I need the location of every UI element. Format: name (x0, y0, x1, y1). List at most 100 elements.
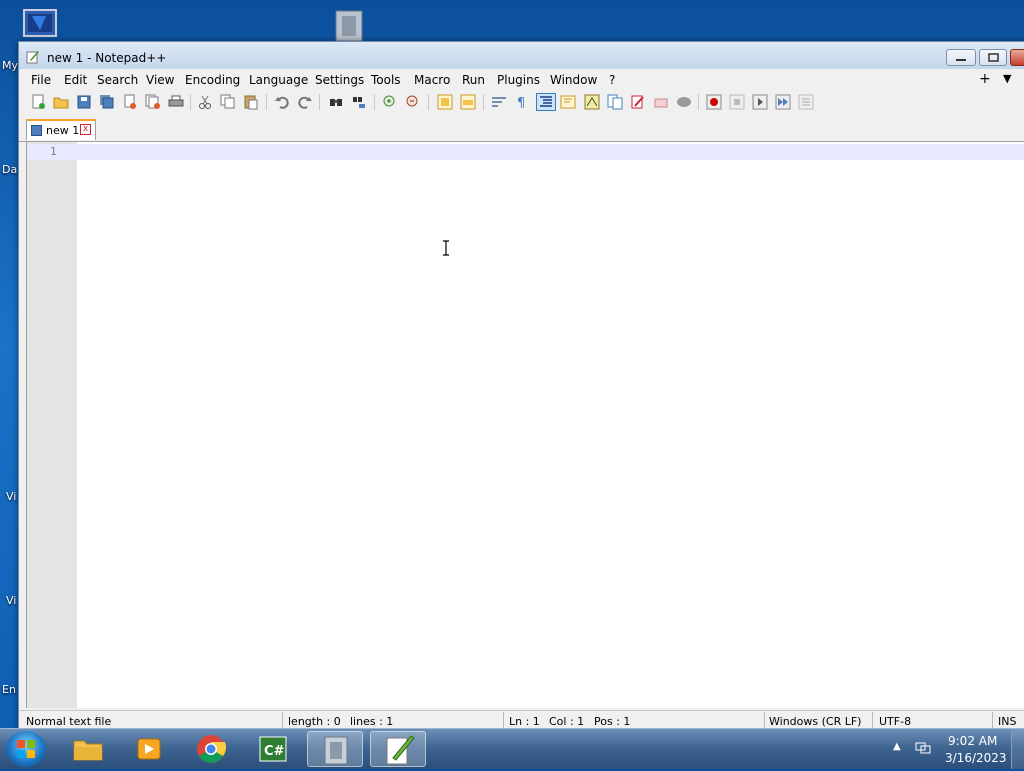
taskbar-media-player-button[interactable] (121, 731, 177, 767)
text-cursor-icon (441, 240, 451, 256)
status-lines: lines : 1 (350, 715, 394, 728)
toolbar: ¶ (19, 91, 1024, 113)
menu-window[interactable]: Window (550, 73, 597, 87)
zoom-out-icon[interactable] (405, 94, 421, 110)
save-icon[interactable] (76, 94, 92, 110)
menu-help[interactable]: ? (609, 73, 615, 87)
menu-macro[interactable]: Macro (414, 73, 450, 87)
window-title: new 1 - Notepad++ (47, 51, 167, 65)
word-wrap-icon[interactable] (491, 94, 507, 110)
show-desktop-button[interactable] (1011, 729, 1024, 769)
find-icon[interactable] (328, 94, 344, 110)
taskbar: C# ▲ 9:02 AM 3/16/2023 (0, 728, 1024, 769)
macro-record-icon[interactable] (706, 94, 722, 110)
restore-button[interactable] (979, 49, 1007, 66)
macro-save-icon[interactable] (798, 94, 814, 110)
status-pos: Pos : 1 (594, 715, 631, 728)
tab-bar: new 1 x (19, 117, 1024, 142)
toolbar-separator (374, 94, 375, 110)
computer-desktop-icon[interactable] (18, 8, 62, 42)
tab-close-icon[interactable]: x (80, 124, 91, 135)
macro-run-multiple-icon[interactable] (775, 94, 791, 110)
tab-list-dropdown-button[interactable]: ▼ (1003, 72, 1011, 85)
folder-workspace-icon[interactable] (630, 94, 646, 110)
replace-icon[interactable] (351, 94, 367, 110)
desktop-label-da: Da (2, 163, 18, 176)
menu-view[interactable]: View (146, 73, 174, 87)
tab-new-1[interactable]: new 1 x (26, 119, 96, 140)
new-file-icon[interactable] (30, 94, 46, 110)
status-encoding: UTF-8 (879, 715, 912, 728)
network-icon[interactable] (915, 741, 931, 755)
title-bar[interactable]: new 1 - Notepad++ (19, 42, 1024, 69)
close-all-icon[interactable] (145, 94, 161, 110)
zoom-in-icon[interactable] (382, 94, 398, 110)
sync-vertical-icon[interactable] (437, 94, 453, 110)
indent-guide-icon[interactable] (536, 93, 556, 111)
saved-file-icon (31, 125, 42, 136)
save-all-icon[interactable] (99, 94, 115, 110)
close-file-icon[interactable] (122, 94, 138, 110)
line-number-gutter (27, 142, 77, 708)
close-window-button[interactable] (1010, 49, 1024, 66)
print-icon[interactable] (168, 94, 184, 110)
show-all-chars-icon[interactable]: ¶ (514, 94, 530, 111)
status-col: Col : 1 (549, 715, 585, 728)
taskbar-notepadpp-button[interactable] (370, 731, 426, 767)
notepadpp-app-icon (26, 50, 40, 64)
menu-plugins[interactable]: Plugins (497, 73, 540, 87)
undo-icon[interactable] (274, 94, 290, 110)
menu-search[interactable]: Search (97, 73, 138, 87)
clock-date[interactable]: 3/16/2023 (945, 751, 1007, 765)
notepadpp-window: new 1 - Notepad++ File Edit Search View … (18, 41, 1024, 731)
eye-icon[interactable] (676, 94, 692, 110)
redo-icon[interactable] (297, 94, 313, 110)
archive-desktop-icon[interactable] (330, 8, 370, 42)
status-length: length : 0 (288, 715, 341, 728)
sync-horizontal-icon[interactable] (460, 94, 476, 110)
line-number: 1 (50, 145, 57, 158)
cut-icon[interactable] (197, 94, 213, 110)
toolbar-separator (698, 94, 699, 110)
menu-tools[interactable]: Tools (371, 73, 401, 87)
desktop-label-my: My (2, 59, 19, 72)
tray-overflow-arrow-icon[interactable]: ▲ (893, 741, 901, 752)
status-eol: Windows (CR LF) (769, 715, 862, 728)
doc-map-icon[interactable] (584, 94, 600, 110)
user-language-icon[interactable] (560, 94, 576, 110)
text-input-area[interactable] (78, 142, 1024, 708)
menu-file[interactable]: File (31, 73, 51, 87)
desktop-label-en: En (2, 683, 16, 696)
editor-area[interactable]: 1 (26, 142, 1024, 708)
minimize-button[interactable] (946, 49, 976, 66)
menu-language[interactable]: Language (249, 73, 308, 87)
status-mode: INS (998, 715, 1017, 728)
menu-settings[interactable]: Settings (315, 73, 364, 87)
macro-stop-icon[interactable] (729, 94, 745, 110)
function-list-icon[interactable] (607, 94, 623, 110)
clock-time[interactable]: 9:02 AM (948, 734, 997, 748)
taskbar-explorer-button[interactable] (60, 731, 116, 767)
macro-play-icon[interactable] (752, 94, 768, 110)
toolbar-separator (190, 94, 191, 110)
status-file-type: Normal text file (26, 715, 112, 728)
desktop-label-vi-2: Vi (6, 594, 17, 607)
taskbar-archive-button[interactable] (307, 731, 363, 767)
menu-bar: File Edit Search View Encoding Language … (19, 69, 1024, 91)
menu-encoding[interactable]: Encoding (185, 73, 240, 87)
paste-icon[interactable] (243, 94, 259, 110)
menu-run[interactable]: Run (462, 73, 485, 87)
open-file-icon[interactable] (53, 94, 69, 110)
new-tab-plus-button[interactable]: + (979, 71, 991, 87)
taskbar-csharp-ide-button[interactable]: C# (245, 731, 301, 767)
monitoring-icon[interactable] (653, 94, 669, 110)
toolbar-separator (483, 94, 484, 110)
taskbar-chrome-button[interactable] (183, 731, 239, 767)
desktop-label-vi-1: Vi (6, 490, 17, 503)
start-button[interactable] (6, 731, 46, 767)
svg-text:¶: ¶ (517, 96, 525, 110)
toolbar-separator (266, 94, 267, 110)
menu-edit[interactable]: Edit (64, 73, 87, 87)
toolbar-separator (319, 94, 320, 110)
copy-icon[interactable] (220, 94, 236, 110)
